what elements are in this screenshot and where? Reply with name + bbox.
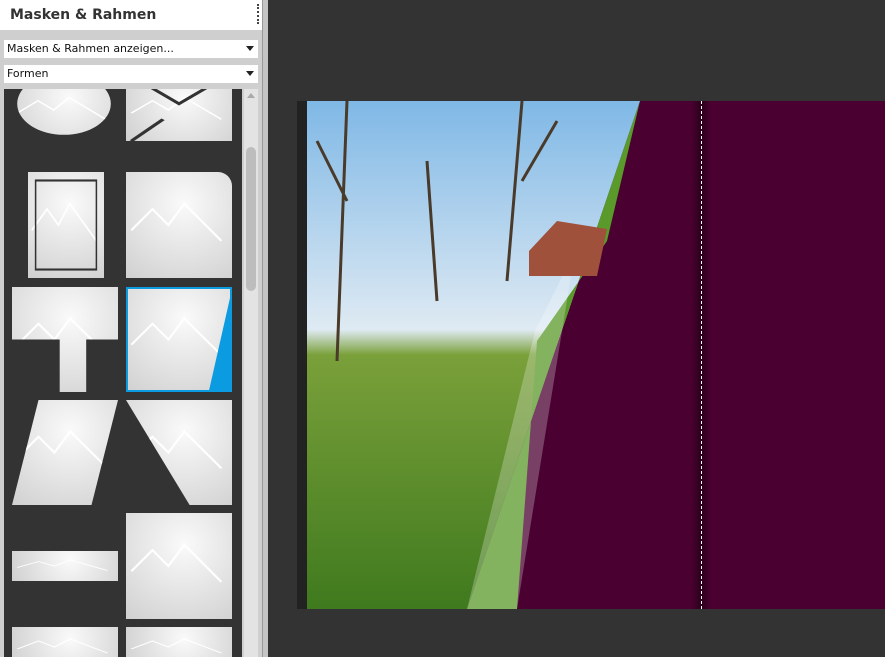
category-dropdown[interactable]: Formen [4,65,258,83]
dropdown-value: Masken & Rahmen anzeigen... [7,42,174,55]
chevron-down-icon [246,71,254,76]
thumbnail-film-strip-horizontal[interactable] [12,551,118,581]
thumbnail-film-strip-vertical[interactable] [126,513,232,619]
thumbnail-envelope[interactable] [126,89,232,141]
thumbnail-grunge-frame[interactable] [12,627,118,657]
thumbnail-slanted-right[interactable] [126,287,232,392]
thumbnail-stamp[interactable] [28,172,104,278]
panel-title: Masken & Rahmen [10,7,157,23]
thumbnail-puzzle-shape[interactable] [12,287,118,392]
photo-book-page[interactable] [297,101,885,609]
show-masks-dropdown[interactable]: Masken & Rahmen anzeigen... [4,40,258,58]
scrollbar-thumb[interactable] [246,147,256,291]
thumbnail-triangle-cut[interactable] [126,400,232,505]
panel-header: Masken & Rahmen [0,0,262,30]
thumbnail-rounded-corner[interactable] [126,172,232,278]
thumbnail-grid [4,89,242,657]
scroll-up-icon[interactable] [247,93,255,98]
masks-frames-panel: Masken & Rahmen Masken & Rahmen anzeigen… [0,0,262,657]
scrollbar[interactable] [244,89,258,657]
dropdown-value: Formen [7,67,49,80]
thumbnail-film-edge-frame[interactable] [126,627,232,657]
panel-splitter[interactable] [262,0,268,657]
photo-image[interactable] [307,101,885,609]
chevron-down-icon [246,46,254,51]
thumbnail-balloon[interactable] [17,89,111,135]
thumbnail-parallelogram[interactable] [12,400,118,505]
panel-grip-handle[interactable] [257,4,259,24]
spine-guide-line [701,101,702,609]
